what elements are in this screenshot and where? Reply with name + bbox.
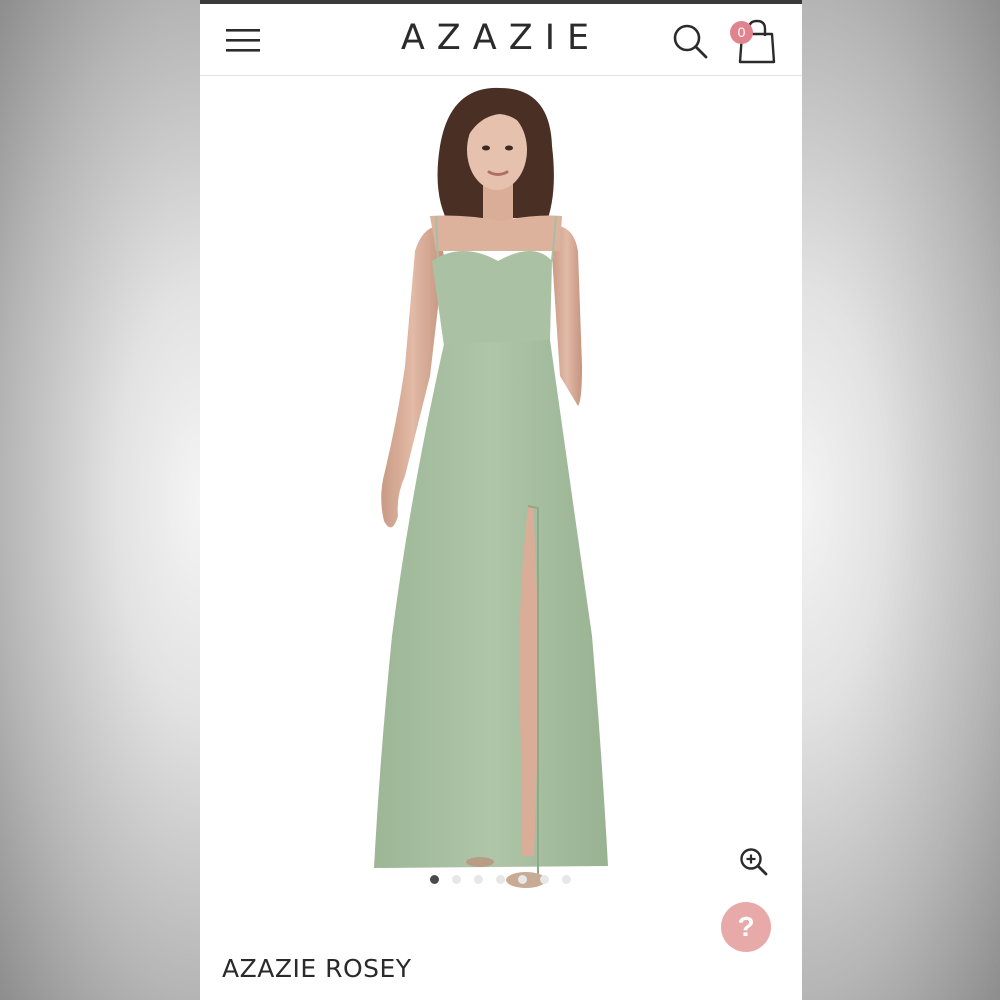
model-dress-illustration (374, 87, 608, 888)
carousel-dot-2[interactable] (452, 875, 461, 884)
zoom-in-icon (740, 848, 768, 876)
carousel-dot-3[interactable] (474, 875, 483, 884)
carousel-dot-1[interactable] (430, 875, 439, 884)
left-backdrop (0, 0, 200, 1000)
right-backdrop (800, 0, 1000, 1000)
menu-button[interactable] (224, 24, 264, 56)
product-name: AZAZIE ROSEY (222, 954, 412, 983)
carousel-dot-7[interactable] (562, 875, 571, 884)
help-button[interactable]: ? (721, 902, 771, 952)
carousel-dot-6[interactable] (540, 875, 549, 884)
carousel-dot-4[interactable] (496, 875, 505, 884)
search-icon (673, 24, 708, 59)
product-image[interactable] (200, 76, 802, 906)
carousel-dot-5[interactable] (518, 875, 527, 884)
zoom-button[interactable] (738, 846, 770, 878)
mobile-screen: AZAZIE 0 ? AZAZIE ROSEY (200, 0, 802, 1000)
search-button[interactable] (670, 22, 710, 62)
brand-logo[interactable]: AZAZIE (350, 18, 652, 58)
hamburger-menu-icon (226, 29, 260, 52)
site-header: AZAZIE 0 (200, 4, 802, 76)
cart-count-badge: 0 (730, 21, 753, 44)
